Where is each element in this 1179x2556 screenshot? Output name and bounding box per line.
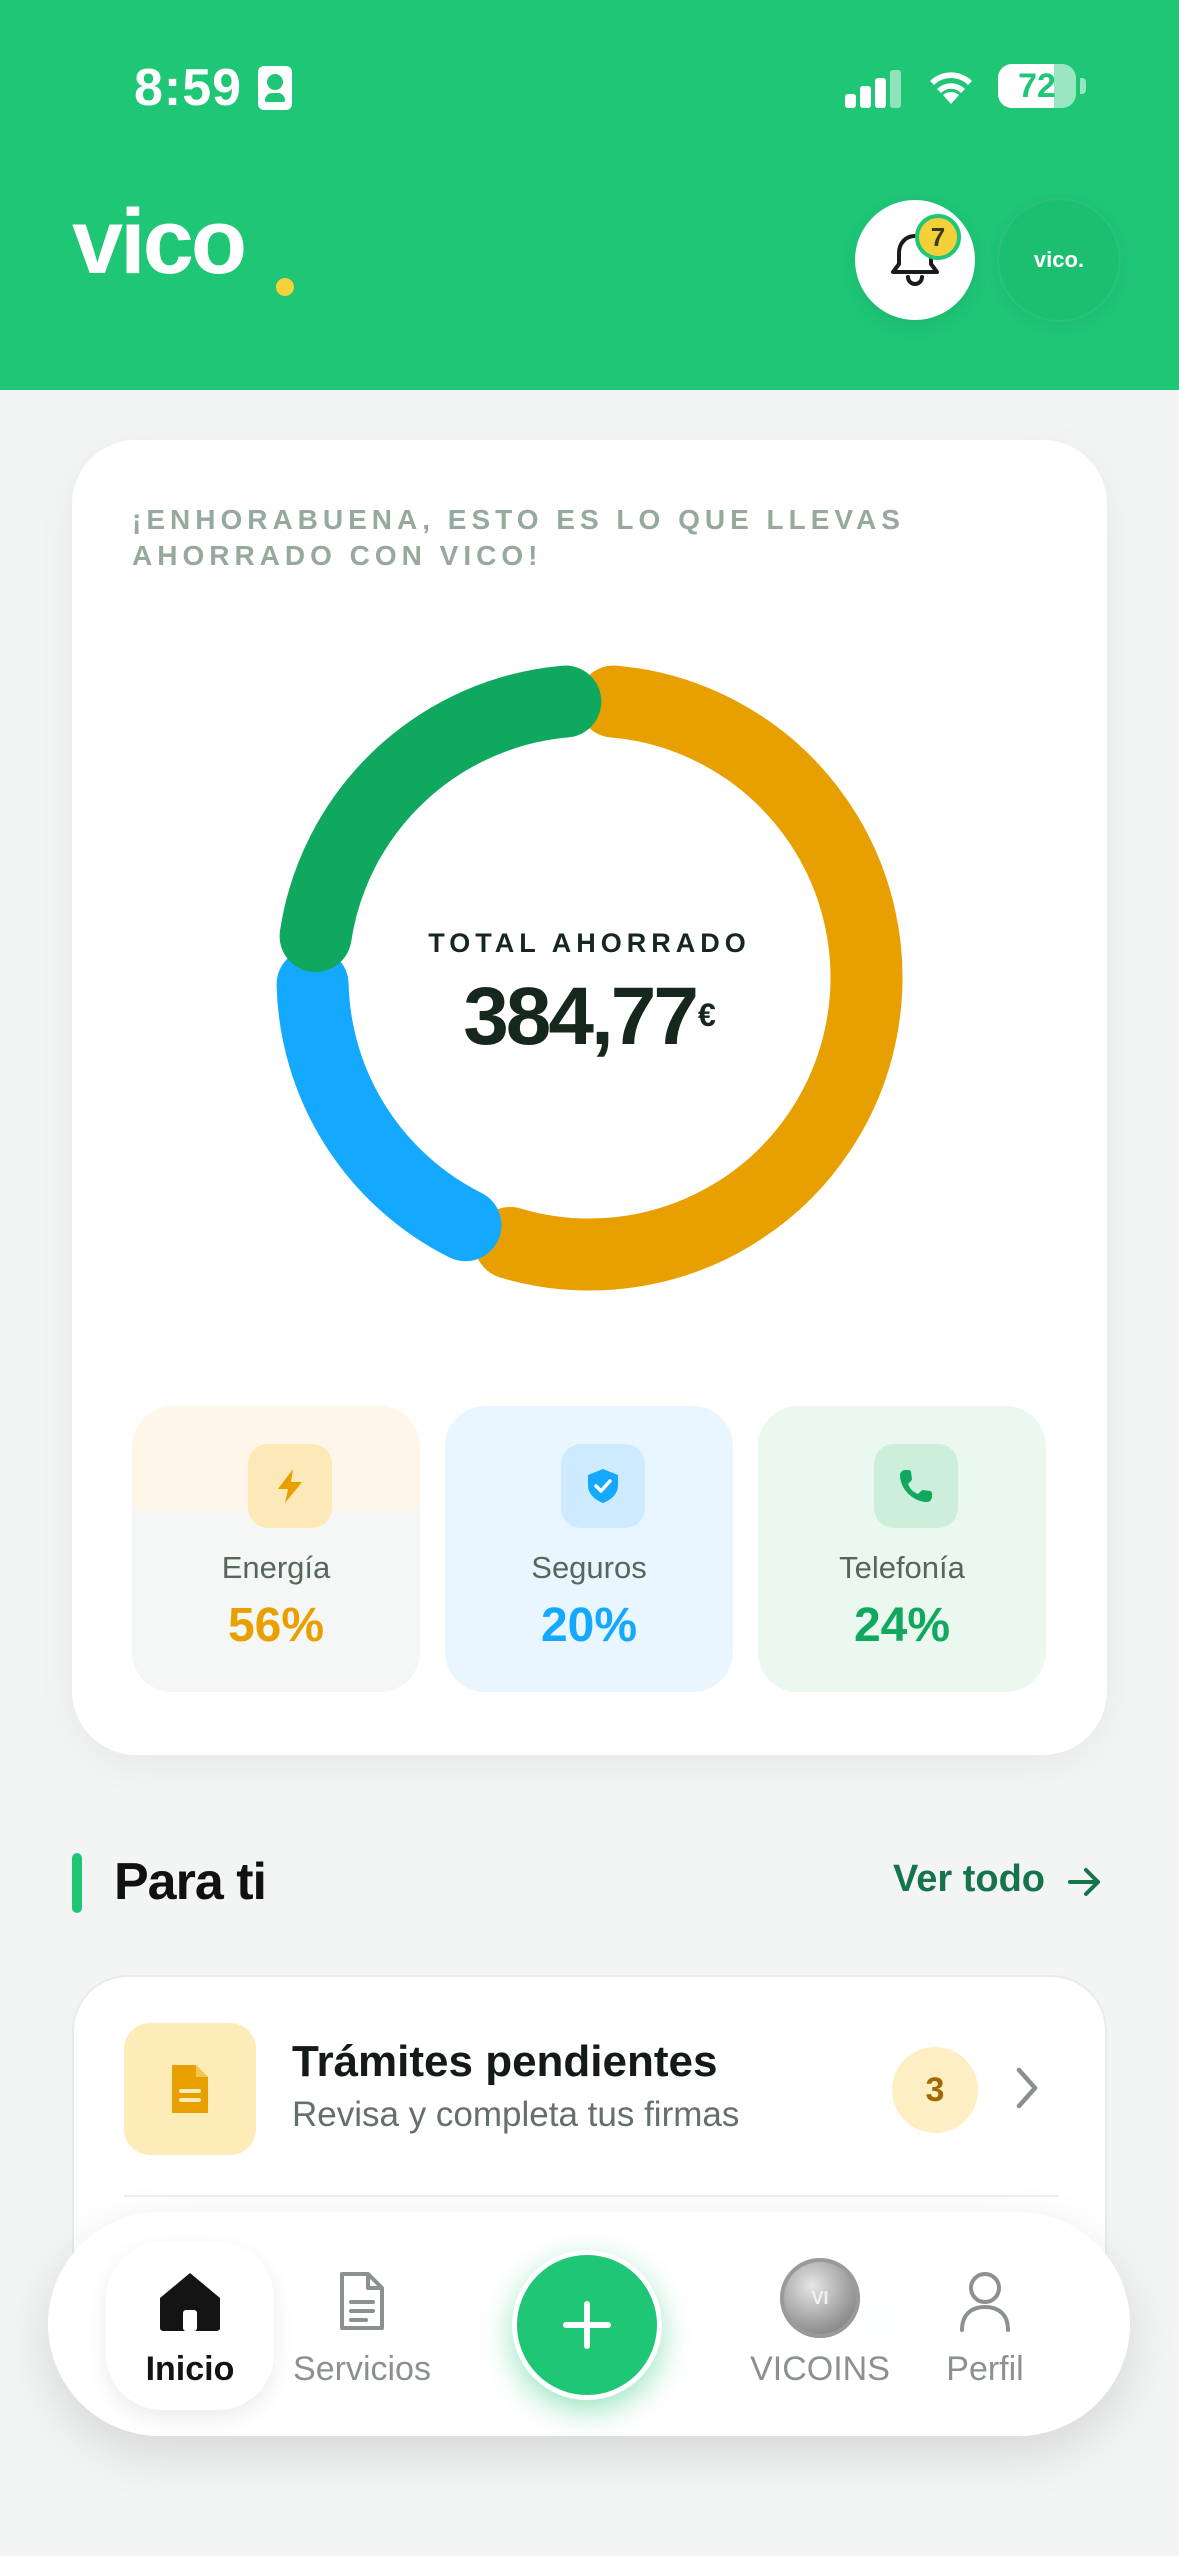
vico-logo: vico: [72, 191, 247, 293]
contact-card-icon: [258, 66, 292, 110]
user-icon: [960, 2272, 1010, 2332]
category-name: Energía: [221, 1550, 331, 1585]
total-saved-value: 384,77€: [72, 970, 1107, 1064]
nav-perfil[interactable]: Perfil: [910, 2242, 1060, 2410]
battery-level: 72: [1018, 67, 1056, 105]
cellular-signal-icon: [845, 68, 903, 108]
nav-inicio[interactable]: Inicio: [106, 2242, 274, 2410]
pending-title: Trámites pendientes: [292, 2037, 718, 2086]
logo-dot: [276, 278, 294, 296]
section-title: Para ti: [114, 1853, 267, 1911]
coin-icon: VI: [780, 2258, 860, 2338]
battery-nub: [1080, 78, 1086, 94]
pending-count-badge: 3: [892, 2047, 978, 2133]
battery-indicator: 72: [998, 64, 1076, 108]
category-name: Seguros: [531, 1550, 647, 1585]
notifications-badge: 7: [915, 214, 961, 260]
pending-subtitle: Revisa y completa tus firmas: [292, 2095, 740, 2134]
phone-icon: [874, 1444, 958, 1528]
donut-segment-telefonía: [279, 665, 602, 973]
shield-check-icon: [561, 1444, 645, 1528]
savings-heading: ¡ENHORABUENA, ESTO ES LO QUE LLEVAS AHOR…: [132, 504, 905, 571]
bottom-navigation: Inicio Servicios VI VICOINS Perfil: [48, 2212, 1130, 2436]
bolt-icon: [248, 1444, 332, 1528]
category-percent: 24%: [853, 1599, 951, 1652]
category-telefonia[interactable]: Telefonía 24%: [758, 1406, 1046, 1692]
category-name: Telefonía: [839, 1550, 965, 1585]
total-saved-label: TOTAL AHORRADO: [428, 928, 751, 958]
arrow-right-icon[interactable]: [1066, 1864, 1104, 1900]
category-percent: 56%: [227, 1599, 325, 1652]
home-icon: [160, 2273, 220, 2331]
nav-servicios[interactable]: Servicios: [282, 2242, 442, 2410]
notifications-button[interactable]: [855, 200, 975, 320]
document-icon: [124, 2023, 256, 2155]
nav-label: Perfil: [946, 2350, 1024, 2388]
category-seguros[interactable]: Seguros 20%: [445, 1406, 733, 1692]
total-saved-amount: 384,77: [463, 971, 699, 1062]
nav-label: Servicios: [293, 2350, 431, 2388]
chevron-right-icon: [1016, 2067, 1038, 2109]
app-header: 8:59 72 vico 7 vico.: [0, 0, 1179, 390]
nav-label: Inicio: [145, 2350, 235, 2388]
document-icon: [340, 2272, 384, 2330]
add-button[interactable]: [512, 2250, 662, 2400]
savings-card: ¡ENHORABUENA, ESTO ES LO QUE LLEVAS AHOR…: [72, 440, 1107, 1755]
nav-label: VICOINS: [750, 2350, 890, 2388]
section-accent-bar: [72, 1853, 82, 1913]
nav-vicoins[interactable]: VI VICOINS: [730, 2242, 910, 2410]
divider: [124, 2195, 1059, 2197]
category-percent: 20%: [540, 1599, 638, 1652]
see-all-link[interactable]: Ver todo: [893, 1858, 1045, 1901]
wifi-icon: [930, 72, 972, 104]
category-energia[interactable]: Energía 56%: [132, 1406, 420, 1692]
avatar[interactable]: vico.: [997, 198, 1121, 322]
currency-symbol: €: [698, 997, 716, 1033]
status-time: 8:59: [134, 59, 243, 117]
plus-icon: [563, 2301, 611, 2349]
